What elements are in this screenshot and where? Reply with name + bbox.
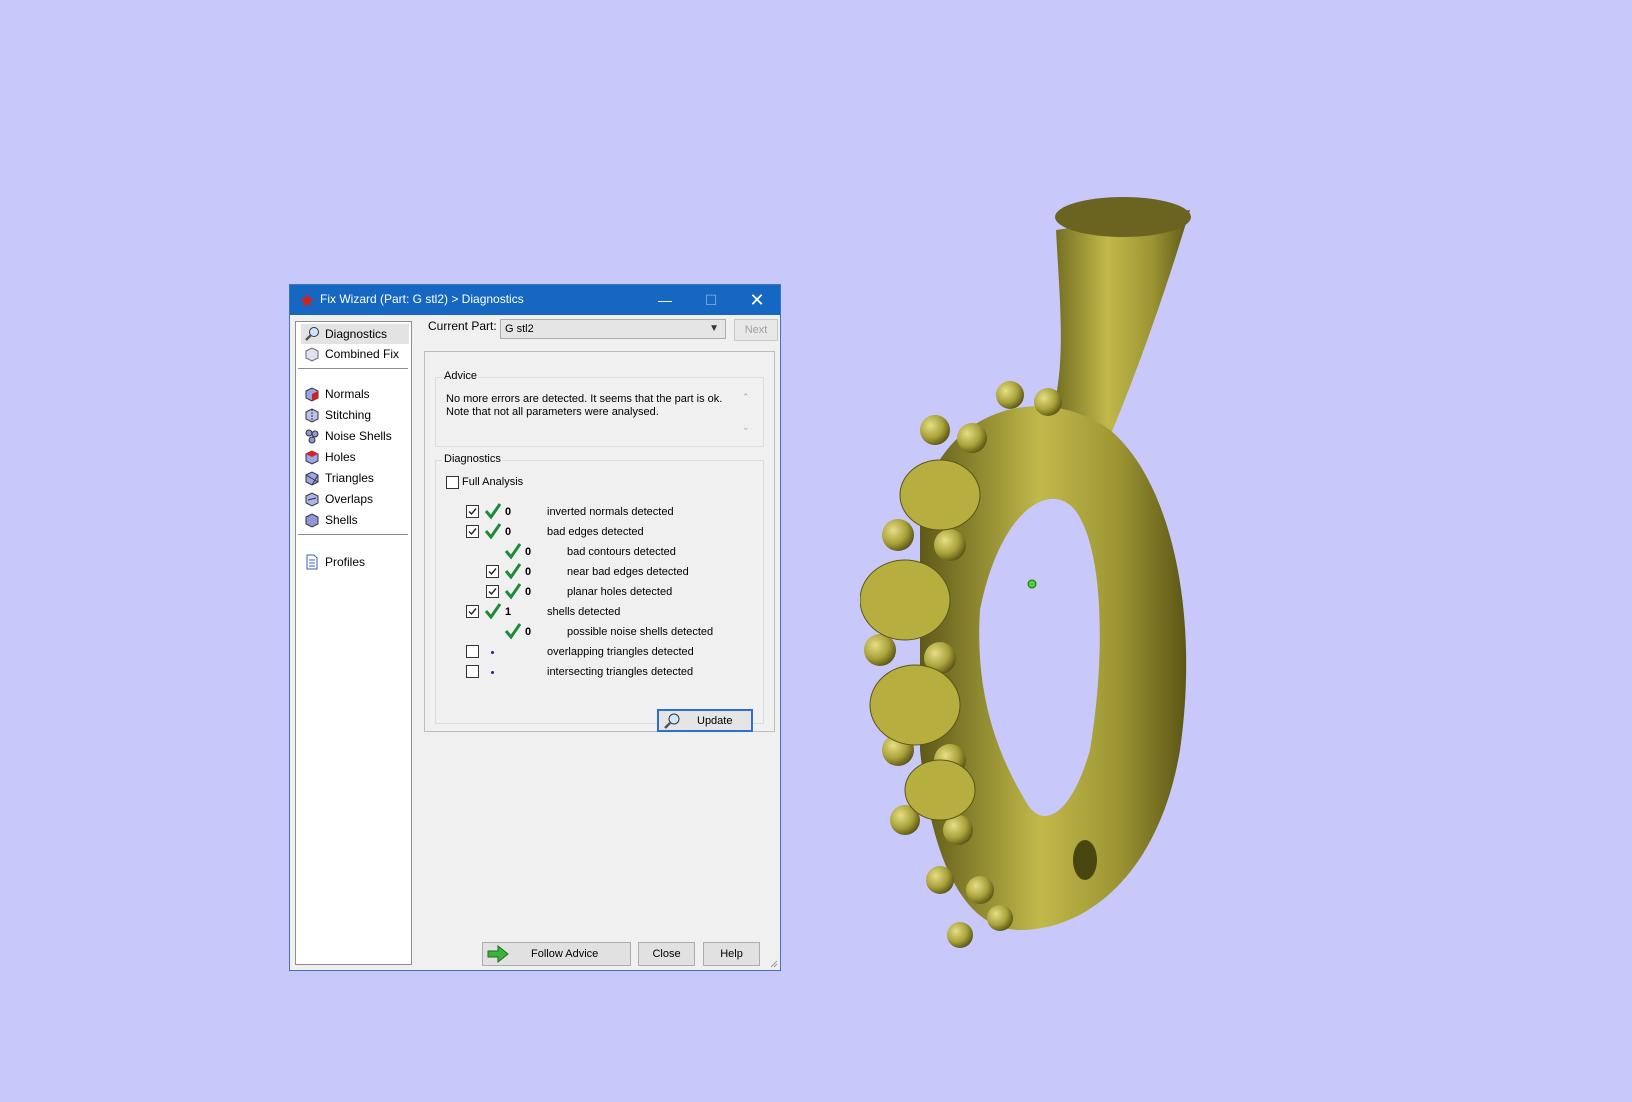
app-logo-icon [300,293,314,307]
row-label: inverted normals detected [547,506,674,518]
current-part-label: Current Part: [428,319,497,333]
nav-item-profiles[interactable]: Profiles [301,552,409,572]
advice-group: Advice No more errors are detected. It s… [435,370,764,447]
chevron-down-icon: ▼ [709,323,719,334]
current-part-select[interactable]: G stl2 ▼ [500,319,726,339]
minimize-button[interactable]: — [642,285,688,315]
diagnostics-legend: Diagnostics [442,453,503,465]
advice-legend: Advice [442,370,480,382]
nav-item-stitching[interactable]: Stitching [301,405,409,425]
planar-holes-checkbox[interactable] [486,585,499,598]
next-button[interactable]: Next [734,319,778,341]
ring-model[interactable] [860,190,1200,950]
row-count: 0 [505,506,512,518]
scroll-down-icon[interactable]: ⌄ [742,422,750,433]
green-check-icon [504,623,522,640]
row-count: 0 [525,566,532,578]
row-count: 0 [525,626,532,638]
nav-divider [298,534,408,535]
wizard-nav: Diagnostics Combined Fix Normals Stitchi… [295,321,412,965]
holes-cube-icon [305,450,319,465]
nav-item-overlaps[interactable]: Overlaps [301,489,409,509]
row-count: 0 [505,526,512,538]
green-check-icon [484,603,502,620]
green-check-icon [504,583,522,600]
help-button[interactable]: Help [703,942,760,966]
green-check-icon [484,523,502,540]
green-check-icon [504,563,522,580]
window-title: Fix Wizard (Part: G stl2) > Diagnostics [320,292,524,306]
nav-item-normals[interactable]: Normals [301,384,409,404]
full-analysis-checkbox[interactable] [446,476,459,489]
overlaps-cube-icon [305,492,319,507]
inverted-normals-checkbox[interactable] [466,505,479,518]
row-label: bad contours detected [567,546,676,558]
nav-item-diagnostics[interactable]: Diagnostics [301,324,409,344]
shells-checkbox[interactable] [466,605,479,618]
green-arrow-icon [487,945,509,963]
advice-text: No more errors are detected. It seems th… [446,393,723,418]
close-window-button[interactable]: ✕ [734,285,780,315]
magnifier-icon [664,713,680,729]
nav-item-triangles[interactable]: Triangles [301,468,409,488]
row-label: planar holes detected [567,586,673,598]
row-count: 1 [505,606,512,618]
row-label: bad edges detected [547,526,644,538]
row-label: near bad edges detected [567,566,689,578]
magnifier-icon [305,327,319,341]
3d-viewport[interactable]: Fix Wizard (Part: G stl2) > Diagnostics … [0,0,1632,1102]
bad-edges-checkbox[interactable] [466,525,479,538]
pending-dot-icon [491,651,494,654]
row-label: overlapping triangles detected [547,646,694,658]
row-count: 0 [525,546,532,558]
scroll-up-icon[interactable]: ⌃ [742,392,750,403]
row-label: shells detected [547,606,621,618]
row-count: 0 [525,586,532,598]
cube-icon [305,347,319,362]
nav-item-shells[interactable]: Shells [301,510,409,530]
noise-shells-icon [305,429,319,444]
title-bar[interactable]: Fix Wizard (Part: G stl2) > Diagnostics … [290,285,780,315]
green-check-icon [504,543,522,560]
nav-item-combined-fix[interactable]: Combined Fix [301,344,409,364]
intersecting-triangles-checkbox[interactable] [466,665,479,678]
overlapping-triangles-checkbox[interactable] [466,645,479,658]
diagnostics-panel: Advice No more errors are detected. It s… [424,351,775,732]
nav-item-noise-shells[interactable]: Noise Shells [301,426,409,446]
nav-divider [298,368,408,369]
full-analysis-label: Full Analysis [462,476,524,488]
follow-advice-button[interactable]: Follow Advice [482,942,631,966]
triangles-cube-icon [305,471,319,486]
resize-grip-icon[interactable] [768,958,778,968]
green-check-icon [484,503,502,520]
close-button[interactable]: Close [638,942,695,966]
maximize-button[interactable]: ☐ [688,285,734,315]
normals-cube-icon [305,387,319,402]
pending-dot-icon [491,671,494,674]
current-part-value: G stl2 [505,323,534,335]
diagnostics-group: Diagnostics Full Analysis 0 inverted nor… [435,453,764,732]
near-bad-edges-checkbox[interactable] [486,565,499,578]
row-label: intersecting triangles detected [547,666,694,678]
stitching-cube-icon [305,408,319,423]
nav-item-holes[interactable]: Holes [301,447,409,467]
update-button[interactable]: Update [657,709,753,732]
fix-wizard-window: Fix Wizard (Part: G stl2) > Diagnostics … [289,284,781,971]
document-icon [306,554,318,570]
shells-cube-icon [305,513,319,528]
row-label: possible noise shells detected [567,626,714,638]
